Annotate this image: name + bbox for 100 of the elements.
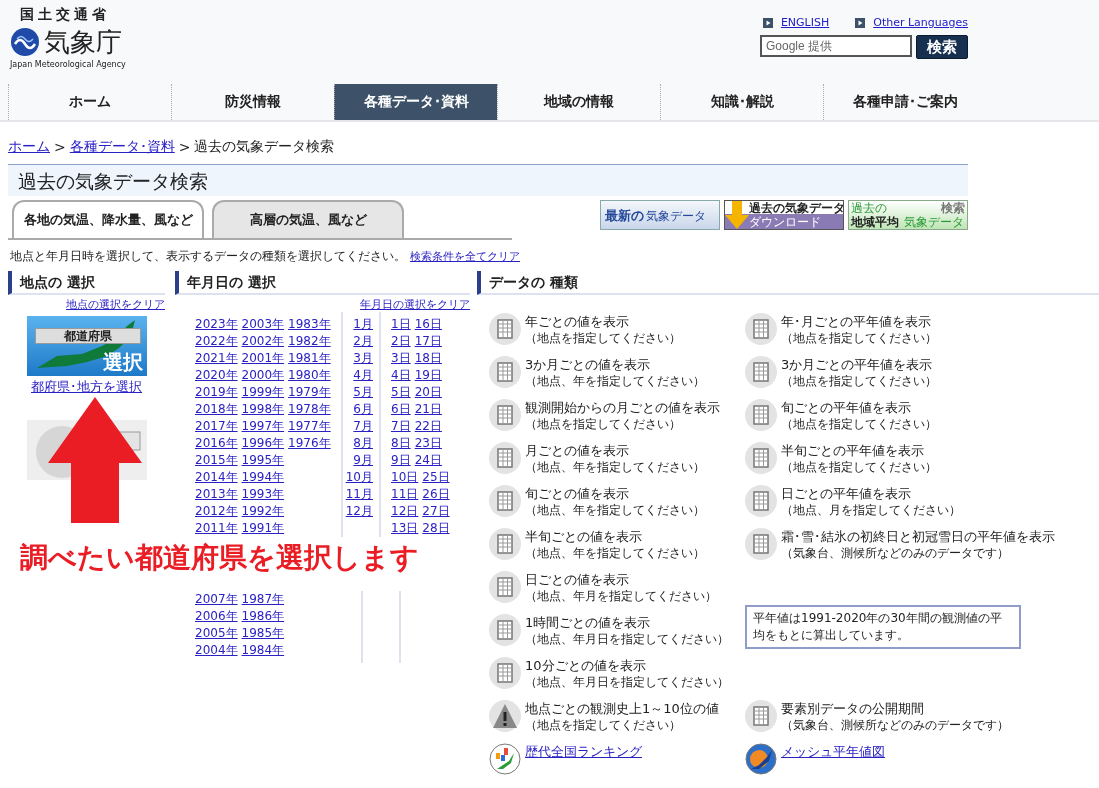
year-link[interactable]: 2019年: [195, 384, 238, 401]
data-type-title[interactable]: 要素別データの公開期間: [781, 700, 1009, 718]
day-link[interactable]: 28日: [422, 520, 450, 537]
table-icon[interactable]: [489, 614, 521, 646]
year-link[interactable]: 2003年: [241, 316, 285, 333]
month-link[interactable]: 12月: [345, 503, 373, 520]
month-link[interactable]: 7月: [353, 418, 373, 435]
language-link[interactable]: Other Languages: [855, 16, 968, 29]
day-link[interactable]: 25日: [422, 469, 450, 486]
day-link[interactable]: 21日: [414, 401, 442, 418]
day-link[interactable]: 16日: [414, 316, 442, 333]
year-link[interactable]: 2023年: [195, 316, 238, 333]
table-icon[interactable]: [489, 528, 521, 560]
year-link[interactable]: 1992年: [241, 503, 285, 520]
year-link[interactable]: 2004年: [195, 642, 238, 659]
data-type-title[interactable]: 旬ごとの値を表示: [525, 485, 705, 503]
data-type-title[interactable]: 1時間ごとの値を表示: [525, 614, 729, 632]
year-link[interactable]: 2022年: [195, 333, 238, 350]
year-link[interactable]: 2007年: [195, 591, 238, 608]
data-type-title[interactable]: 10分ごとの値を表示: [525, 657, 729, 675]
mesh-map-icon[interactable]: [745, 743, 777, 775]
data-type-title[interactable]: 地点ごとの観測史上1～10位の値: [525, 700, 719, 718]
table-icon[interactable]: [745, 442, 777, 474]
table-icon[interactable]: [745, 700, 777, 732]
search-button[interactable]: 検索: [916, 35, 968, 59]
day-link[interactable]: 26日: [422, 486, 450, 503]
day-link[interactable]: 22日: [414, 418, 442, 435]
year-link[interactable]: 2012年: [195, 503, 238, 520]
year-link[interactable]: 2021年: [195, 350, 238, 367]
month-link[interactable]: 3月: [353, 350, 373, 367]
day-link[interactable]: 23日: [414, 435, 442, 452]
year-link[interactable]: 2018年: [195, 401, 238, 418]
month-link[interactable]: 10月: [345, 469, 373, 486]
warning-icon[interactable]: [489, 700, 521, 732]
table-icon[interactable]: [745, 485, 777, 517]
month-link[interactable]: 1月: [353, 316, 373, 333]
latest-data-banner[interactable]: 最新の気象データ: [600, 200, 720, 230]
table-icon[interactable]: [489, 571, 521, 603]
data-type-link[interactable]: メッシュ平年値図: [781, 743, 885, 761]
year-link[interactable]: 2002年: [241, 333, 285, 350]
data-type-title[interactable]: 日ごとの値を表示: [525, 571, 717, 589]
nav-tab[interactable]: 各種データ･資料: [334, 84, 497, 120]
year-link[interactable]: 2011年: [195, 520, 238, 537]
day-link[interactable]: 19日: [414, 367, 442, 384]
day-link[interactable]: 4日: [391, 367, 411, 384]
year-link[interactable]: 1984年: [241, 642, 285, 659]
day-link[interactable]: 6日: [391, 401, 411, 418]
month-link[interactable]: 9月: [353, 452, 373, 469]
day-link[interactable]: 24日: [414, 452, 442, 469]
table-icon[interactable]: [745, 399, 777, 431]
year-link[interactable]: 1978年: [288, 401, 331, 418]
download-banner[interactable]: 過去の気象データ ダウンロード: [724, 200, 844, 230]
day-link[interactable]: 12日: [391, 503, 419, 520]
day-link[interactable]: 11日: [391, 486, 419, 503]
table-icon[interactable]: [489, 442, 521, 474]
table-icon[interactable]: [489, 657, 521, 689]
nav-tab[interactable]: 地域の情報: [497, 84, 660, 120]
day-link[interactable]: 10日: [391, 469, 419, 486]
year-link[interactable]: 2013年: [195, 486, 238, 503]
day-link[interactable]: 18日: [414, 350, 442, 367]
data-type-title[interactable]: 旬ごとの平年値を表示: [781, 399, 937, 417]
year-link[interactable]: 2016年: [195, 435, 238, 452]
nav-tab[interactable]: 知識･解説: [660, 84, 823, 120]
year-link[interactable]: 1996年: [241, 435, 285, 452]
clear-station-link[interactable]: 地点の選択をクリア: [66, 297, 165, 312]
month-link[interactable]: 5月: [353, 384, 373, 401]
breadcrumb-link[interactable]: ホーム: [8, 138, 50, 156]
data-type-title[interactable]: 月ごとの値を表示: [525, 442, 705, 460]
table-icon[interactable]: [489, 313, 521, 345]
year-link[interactable]: 1987年: [241, 591, 285, 608]
day-link[interactable]: 20日: [414, 384, 442, 401]
month-link[interactable]: 2月: [353, 333, 373, 350]
year-link[interactable]: 2014年: [195, 469, 238, 486]
table-icon[interactable]: [745, 356, 777, 388]
month-link[interactable]: 8月: [353, 435, 373, 452]
day-link[interactable]: 27日: [422, 503, 450, 520]
search-field[interactable]: Google 提供: [760, 35, 912, 57]
year-link[interactable]: 1981年: [288, 350, 331, 367]
year-link[interactable]: 1997年: [241, 418, 285, 435]
day-link[interactable]: 17日: [414, 333, 442, 350]
year-link[interactable]: 1991年: [241, 520, 285, 537]
clear-date-link[interactable]: 年月日の選択をクリア: [360, 297, 470, 312]
year-link[interactable]: 2015年: [195, 452, 238, 469]
data-type-link[interactable]: 歴代全国ランキング: [525, 743, 642, 761]
year-link[interactable]: 1999年: [241, 384, 285, 401]
data-type-title[interactable]: 観測開始からの月ごとの値を表示: [525, 399, 720, 417]
year-link[interactable]: 1982年: [288, 333, 331, 350]
year-link[interactable]: 2006年: [195, 608, 238, 625]
data-type-title[interactable]: 日ごとの平年値を表示: [781, 485, 961, 503]
month-link[interactable]: 11月: [345, 486, 373, 503]
day-link[interactable]: 3日: [391, 350, 411, 367]
table-icon[interactable]: [489, 399, 521, 431]
data-type-title[interactable]: 3か月ごとの平年値を表示: [781, 356, 937, 374]
nav-tab[interactable]: 各種申請･ご案内: [823, 84, 986, 120]
year-link[interactable]: 1980年: [288, 367, 331, 384]
breadcrumb-link[interactable]: 各種データ･資料: [69, 138, 175, 156]
day-link[interactable]: 1日: [391, 316, 411, 333]
month-link[interactable]: 4月: [353, 367, 373, 384]
day-link[interactable]: 7日: [391, 418, 411, 435]
year-link[interactable]: 1976年: [288, 435, 331, 452]
